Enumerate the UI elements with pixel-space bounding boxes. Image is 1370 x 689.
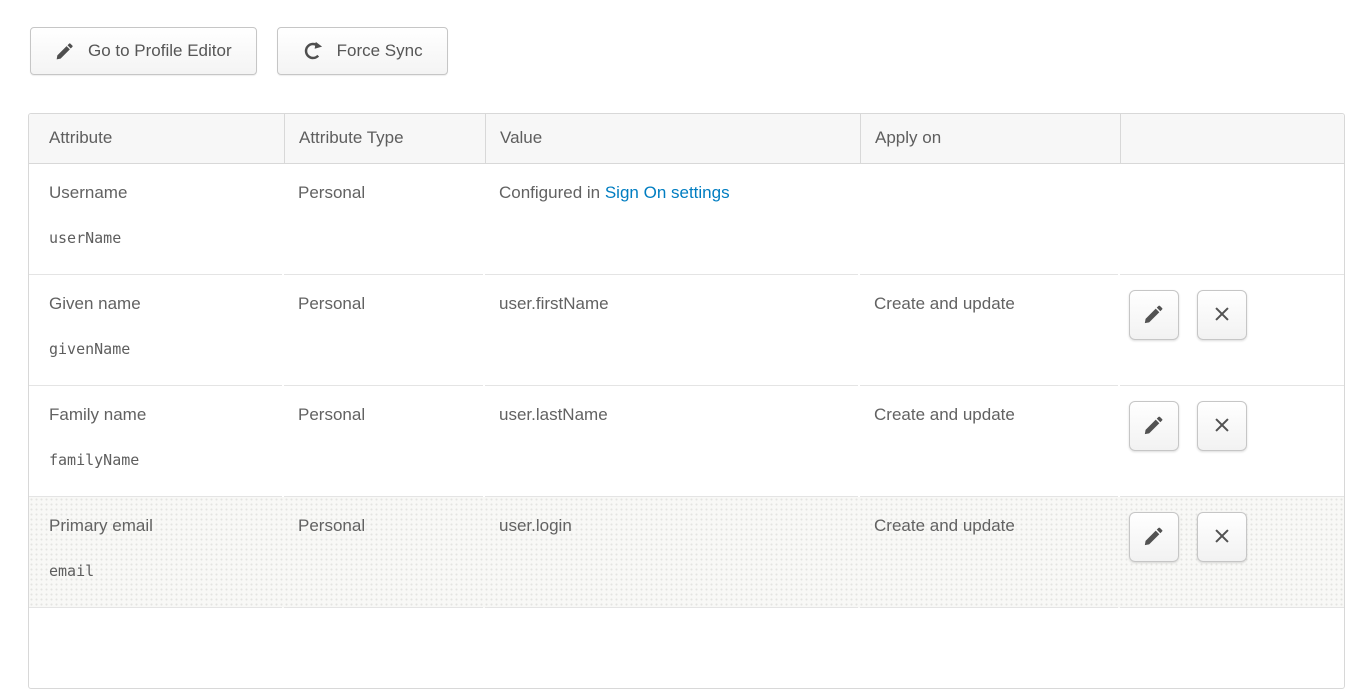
- go-to-profile-editor-label: Go to Profile Editor: [88, 41, 232, 61]
- attribute-label: Username: [49, 183, 268, 203]
- delete-attribute-button[interactable]: [1197, 290, 1247, 340]
- delete-attribute-button[interactable]: [1197, 512, 1247, 562]
- value-cell: user.login: [485, 497, 858, 608]
- column-header-actions: [1120, 114, 1344, 163]
- value-cell: user.lastName: [485, 386, 858, 497]
- apply-on-cell: Create and update: [860, 497, 1118, 608]
- delete-x-icon: [1211, 414, 1233, 439]
- attribute-variable-name: givenName: [49, 340, 268, 358]
- attribute-label: Family name: [49, 405, 268, 425]
- apply-on-cell: Create and update: [860, 275, 1118, 386]
- table-row: Username userName Personal Configured in…: [29, 164, 1344, 275]
- actions-cell: [1120, 386, 1344, 497]
- attribute-type-cell: Personal: [284, 275, 483, 386]
- force-sync-button[interactable]: Force Sync: [277, 27, 448, 75]
- sign-on-settings-link[interactable]: Sign On settings: [605, 183, 730, 202]
- edit-pencil-icon: [1143, 303, 1165, 328]
- attribute-label: Primary email: [49, 516, 268, 536]
- attribute-variable-name: email: [49, 562, 268, 580]
- attribute-type-cell: Personal: [284, 386, 483, 497]
- pencil-icon: [55, 41, 75, 61]
- attribute-cell: Username userName: [29, 164, 282, 275]
- empty-row: [29, 608, 1344, 688]
- column-header-apply-on: Apply on: [860, 114, 1118, 163]
- edit-pencil-icon: [1143, 414, 1165, 439]
- column-header-value: Value: [485, 114, 858, 163]
- edit-pencil-icon: [1143, 525, 1165, 550]
- edit-attribute-button[interactable]: [1129, 401, 1179, 451]
- column-header-attribute-type: Attribute Type: [284, 114, 483, 163]
- attribute-cell: Family name familyName: [29, 386, 282, 497]
- table-header: Attribute Attribute Type Value Apply on: [29, 114, 1344, 164]
- value-cell: user.firstName: [485, 275, 858, 386]
- delete-x-icon: [1211, 303, 1233, 328]
- table-row: Given name givenName Personal user.first…: [29, 275, 1344, 386]
- value-cell: Configured in Sign On settings: [485, 164, 858, 275]
- attribute-cell: Given name givenName: [29, 275, 282, 386]
- delete-x-icon: [1211, 525, 1233, 550]
- attribute-variable-name: familyName: [49, 451, 268, 469]
- edit-attribute-button[interactable]: [1129, 512, 1179, 562]
- toolbar: Go to Profile Editor Force Sync: [30, 27, 448, 75]
- attribute-cell: Primary email email: [29, 497, 282, 608]
- edit-attribute-button[interactable]: [1129, 290, 1179, 340]
- refresh-icon: [302, 40, 324, 62]
- attribute-mapping-table: Attribute Attribute Type Value Apply on …: [28, 113, 1345, 689]
- attribute-variable-name: userName: [49, 229, 268, 247]
- go-to-profile-editor-button[interactable]: Go to Profile Editor: [30, 27, 257, 75]
- actions-cell: [1120, 275, 1344, 386]
- attribute-type-cell: Personal: [284, 497, 483, 608]
- apply-on-cell: [860, 164, 1118, 275]
- apply-on-cell: Create and update: [860, 386, 1118, 497]
- attribute-type-cell: Personal: [284, 164, 483, 275]
- actions-cell: [1120, 497, 1344, 608]
- actions-cell: [1120, 164, 1344, 275]
- force-sync-label: Force Sync: [337, 41, 423, 61]
- attribute-label: Given name: [49, 294, 268, 314]
- table-row: Family name familyName Personal user.las…: [29, 386, 1344, 497]
- table-row: Primary email email Personal user.login …: [29, 497, 1344, 608]
- column-header-attribute: Attribute: [29, 114, 282, 163]
- table-row-partial: [29, 608, 1344, 688]
- value-prefix: Configured in: [499, 183, 605, 202]
- delete-attribute-button[interactable]: [1197, 401, 1247, 451]
